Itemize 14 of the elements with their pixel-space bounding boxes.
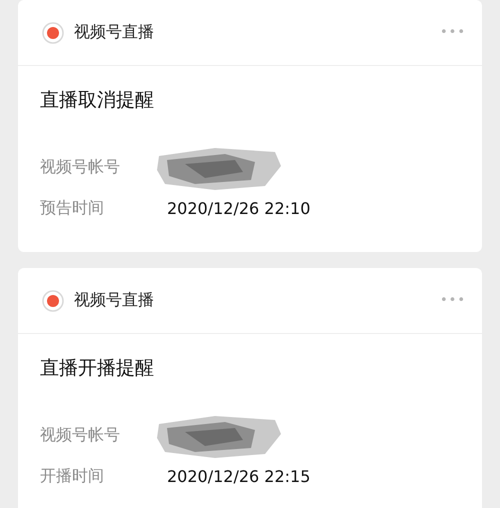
field-value: 2020/12/26 22:10 [167, 199, 310, 218]
source-name: 视频号直播 [74, 22, 155, 43]
field-label: 视频号帐号 [40, 157, 121, 178]
live-icon [42, 22, 64, 44]
notification-title: 直播取消提醒 [40, 88, 155, 113]
field-label: 开播时间 [40, 466, 105, 487]
notification-title: 直播开播提醒 [40, 356, 155, 381]
live-icon [42, 290, 64, 312]
more-button[interactable]: ••• [440, 25, 466, 40]
field-value: 2020/12/26 22:15 [167, 467, 310, 486]
more-button[interactable]: ••• [440, 293, 466, 308]
field-label: 预告时间 [40, 198, 105, 219]
field-label: 视频号帐号 [40, 425, 121, 446]
source-name: 视频号直播 [74, 290, 155, 311]
